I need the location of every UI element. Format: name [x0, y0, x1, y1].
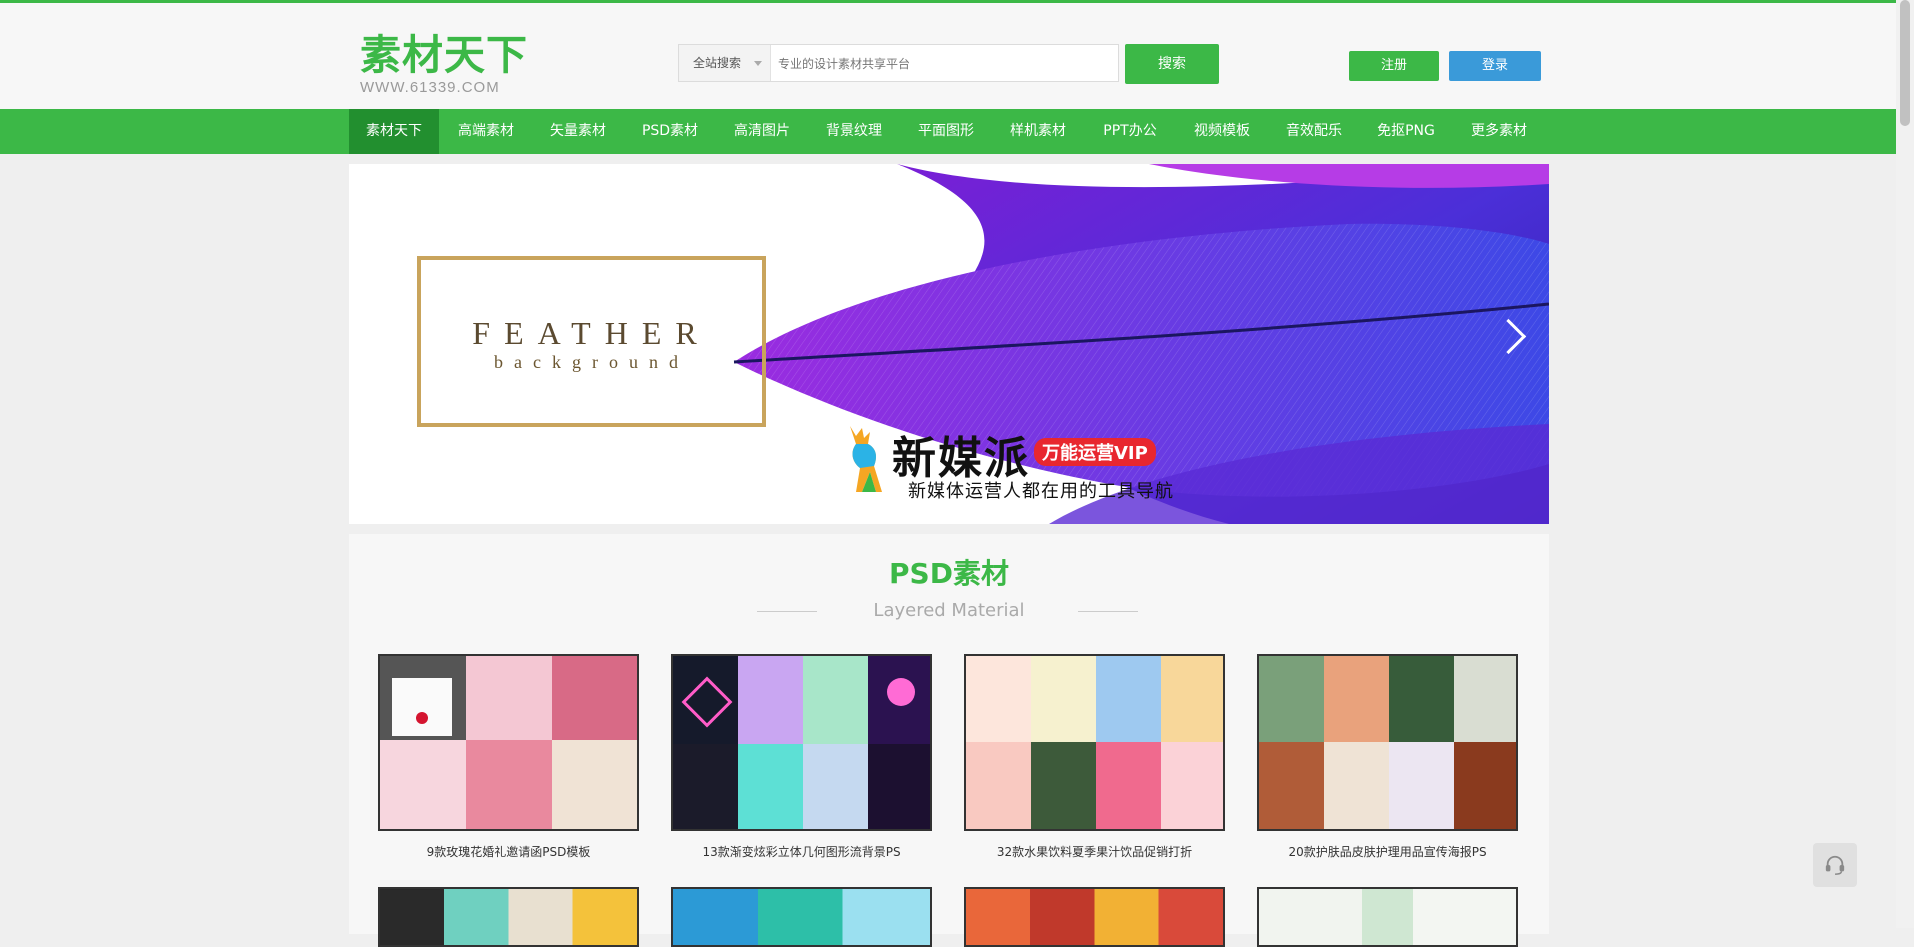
card-thumbnail[interactable] [964, 887, 1225, 947]
headset-icon [1825, 855, 1845, 875]
card-caption[interactable]: 32款水果饮料夏季果汁饮品促销打折 [964, 843, 1225, 860]
material-card[interactable] [964, 887, 1225, 947]
main-nav: 素材天下 高端素材 矢量素材 PSD素材 高清图片 背景纹理 平面图形 样机素材… [0, 109, 1896, 154]
card-caption[interactable]: 13款渐变炫彩立体几何图形流背景PS [671, 843, 932, 860]
thumb-tile [1096, 656, 1161, 742]
search-button[interactable]: 搜索 [1125, 44, 1219, 84]
carousel-dot[interactable] [909, 511, 917, 519]
nav-item-audio[interactable]: 音效配乐 [1273, 109, 1355, 154]
thumb-tile [1454, 656, 1516, 742]
carousel-dots [909, 504, 999, 523]
site-header: 素材天下 WWW.61339.COM 全站搜索 搜索 注册 登录 [0, 3, 1896, 109]
thumb-tile [966, 742, 1031, 829]
thumb-tile [392, 678, 452, 736]
thumb-tile [1031, 656, 1096, 742]
nav-item-graphics[interactable]: 平面图形 [905, 109, 987, 154]
material-card[interactable]: 13款渐变炫彩立体几何图形流背景PS [671, 654, 932, 860]
material-card[interactable]: 9款玫瑰花婚礼邀请函PSD模板 [378, 654, 639, 860]
psd-section: PSD素材 Layered Material 9款玫瑰花婚礼邀请函PSD模板 1… [349, 534, 1549, 947]
feather-subtitle: background [494, 352, 689, 372]
material-card[interactable] [378, 887, 639, 947]
section-subtitle: Layered Material [873, 600, 1025, 621]
nav-item-more[interactable]: 更多素材 [1457, 109, 1541, 154]
material-card[interactable] [671, 887, 932, 947]
nav-item-hd-images[interactable]: 高清图片 [721, 109, 803, 154]
thumb-tile [887, 678, 915, 706]
feather-title: FEATHER [472, 315, 711, 351]
nav-item-psd[interactable]: PSD素材 [629, 109, 711, 154]
site-logo[interactable]: 素材天下 WWW.61339.COM [360, 33, 530, 97]
section-title: PSD素材 [889, 557, 1009, 590]
brand-ad[interactable]: 新媒派 万能运营VIP 新媒体运营人都在用的工具导航 [842, 422, 1222, 502]
hero-banner[interactable]: FEATHER background 新媒派 万能运营VIP 新媒体运营人都在用… [349, 164, 1549, 524]
thumb-tile [416, 712, 428, 724]
material-card[interactable] [1257, 887, 1518, 947]
carousel-dot[interactable] [928, 511, 937, 519]
divider [1078, 611, 1138, 612]
login-button[interactable]: 登录 [1449, 51, 1541, 81]
thumb-tile [1324, 656, 1389, 742]
thumb-tile [552, 740, 637, 829]
thumb-tile [803, 656, 868, 744]
thumb-tile [1324, 742, 1389, 829]
page-scrollbar[interactable] [1896, 0, 1914, 928]
card-caption[interactable]: 9款玫瑰花婚礼邀请函PSD模板 [378, 843, 639, 860]
card-caption[interactable]: 20款护肤品皮肤护理用品宣传海报PS [1257, 843, 1518, 860]
thumb-tile [1161, 656, 1223, 742]
card-thumbnail[interactable] [378, 654, 639, 831]
search-box: 全站搜索 [678, 44, 1120, 83]
card-thumbnail[interactable] [1257, 887, 1518, 947]
logo-subtitle: WWW.61339.COM [360, 79, 500, 96]
card-thumbnail[interactable] [671, 887, 932, 947]
material-card[interactable]: 32款水果饮料夏季果汁饮品促销打折 [964, 654, 1225, 860]
search-scope-label: 全站搜索 [693, 56, 742, 70]
carousel-dot[interactable] [966, 511, 975, 519]
thumb-tile [466, 740, 552, 829]
thumb-tile [966, 656, 1031, 742]
thumb-tile [1161, 742, 1223, 829]
chevron-down-icon [754, 61, 762, 66]
search-input[interactable] [772, 45, 1120, 83]
brand-slogan: 新媒体运营人都在用的工具导航 [908, 481, 1174, 502]
thumb-tile [803, 744, 868, 829]
nav-item-textures[interactable]: 背景纹理 [813, 109, 895, 154]
card-thumbnail[interactable] [378, 887, 639, 947]
thumb-tile [868, 744, 930, 829]
nav-item-vector[interactable]: 矢量素材 [537, 109, 619, 154]
thumb-tile [1389, 656, 1454, 742]
thumb-tile [1259, 742, 1324, 829]
material-card[interactable]: 20款护肤品皮肤护理用品宣传海报PS [1257, 654, 1518, 860]
scrollbar-thumb[interactable] [1900, 0, 1910, 126]
feather-frame: FEATHER background [417, 256, 766, 427]
nav-item-ppt[interactable]: PPT办公 [1089, 109, 1171, 154]
register-button[interactable]: 注册 [1349, 51, 1439, 81]
thumb-tile [466, 656, 552, 740]
thumb-tile [738, 656, 803, 744]
thumb-tile [1389, 742, 1454, 829]
nav-item-premium[interactable]: 高端素材 [445, 109, 527, 154]
thumb-tile [1096, 742, 1161, 829]
thumb-tile [673, 744, 738, 829]
thumb-tile [380, 740, 466, 829]
customer-service-button[interactable] [1813, 843, 1857, 887]
nav-item-video[interactable]: 视频模板 [1181, 109, 1263, 154]
thumb-tile [1259, 656, 1324, 742]
thumb-tile [1454, 742, 1516, 829]
card-thumbnail[interactable] [1257, 654, 1518, 831]
nav-item-png[interactable]: 免抠PNG [1365, 109, 1447, 154]
card-thumbnail[interactable] [671, 654, 932, 831]
carousel-dot[interactable] [985, 511, 994, 519]
deer-logo-icon [850, 426, 882, 492]
card-thumbnail[interactable] [964, 654, 1225, 831]
nav-item-mockups[interactable]: 样机素材 [997, 109, 1079, 154]
thumb-tile [1031, 742, 1096, 829]
brand-tag: 万能运营VIP [1034, 438, 1156, 466]
logo-title: 素材天下 [360, 31, 528, 79]
carousel-dot[interactable] [947, 511, 956, 519]
thumb-tile [738, 744, 803, 829]
thumb-tile [552, 656, 637, 740]
search-scope-select[interactable]: 全站搜索 [679, 45, 771, 81]
nav-item-home[interactable]: 素材天下 [349, 109, 439, 154]
